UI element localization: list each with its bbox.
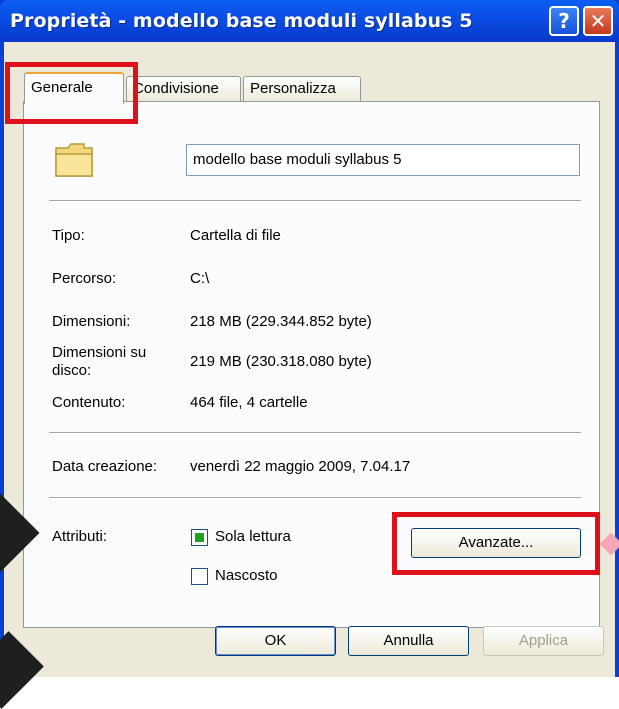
contents-label: Contenuto: <box>52 394 126 411</box>
title-bar[interactable]: Proprietà - modello base moduli syllabus… <box>0 0 619 42</box>
folder-name-input[interactable]: modello base moduli syllabus 5 <box>186 144 580 176</box>
dialog-body: Generale Condivisione Personalizza model… <box>4 42 615 677</box>
folder-icon <box>55 143 93 177</box>
tab-condivisione[interactable]: Condivisione <box>126 76 241 102</box>
apply-button[interactable]: Applica <box>483 626 604 656</box>
size-label: Dimensioni: <box>52 313 131 330</box>
location-label: Percorso: <box>52 270 117 287</box>
size-on-disk-value: 219 MB (230.318.080 byte) <box>190 353 372 370</box>
size-on-disk-label: Dimensioni su disco: <box>52 344 147 379</box>
type-label: Tipo: <box>52 227 85 244</box>
properties-dialog: Proprietà - modello base moduli syllabus… <box>0 0 619 677</box>
window-title: Proprietà - modello base moduli syllabus… <box>10 10 473 32</box>
ok-button[interactable]: OK <box>215 626 336 656</box>
tab-personalizza[interactable]: Personalizza <box>243 76 361 102</box>
created-label: Data creazione: <box>52 458 158 475</box>
separator <box>49 200 581 202</box>
readonly-label[interactable]: Sola lettura <box>215 528 291 545</box>
close-button[interactable]: ✕ <box>583 6 613 36</box>
hidden-label[interactable]: Nascosto <box>215 567 278 584</box>
separator <box>49 497 581 499</box>
tab-generale[interactable]: Generale <box>24 72 124 104</box>
attributes-label: Attributi: <box>52 528 108 545</box>
type-value: Cartella di file <box>190 227 281 244</box>
location-value: C:\ <box>190 270 210 287</box>
help-button[interactable]: ? <box>549 6 579 36</box>
separator <box>49 432 581 434</box>
highlight-box-advanced <box>392 512 600 575</box>
hidden-checkbox[interactable] <box>191 568 208 585</box>
readonly-checkbox[interactable] <box>191 529 208 546</box>
cancel-button[interactable]: Annulla <box>348 626 469 656</box>
contents-value: 464 file, 4 cartelle <box>190 394 308 411</box>
size-value: 218 MB (229.344.852 byte) <box>190 313 372 330</box>
created-value: venerdì 22 maggio 2009, 7.04.17 <box>190 458 411 475</box>
